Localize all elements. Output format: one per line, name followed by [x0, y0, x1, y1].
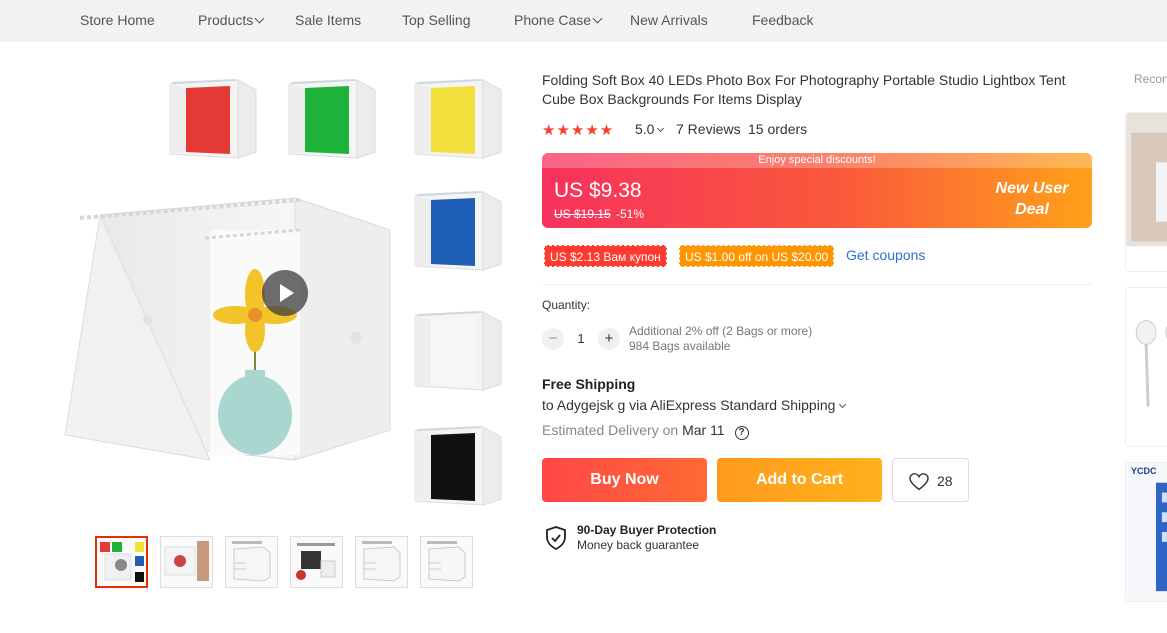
variant-thumbnail[interactable] [413, 78, 503, 168]
shipping-title: Free Shipping [542, 376, 636, 392]
promo-line-1: New User [995, 180, 1069, 197]
variant-thumbnail[interactable] [287, 78, 377, 168]
nav-products[interactable]: Products [198, 12, 265, 28]
coupon-threshold[interactable]: US $1.00 off on US $20.00 [679, 245, 835, 267]
nav-feedback[interactable]: Feedback [752, 12, 813, 28]
lightbox-icon [288, 79, 376, 159]
estimated-delivery: Estimated Delivery on Mar 11 ? [542, 422, 749, 440]
estimated-delivery-date: Mar 11 [682, 422, 725, 438]
shipping-method-selector[interactable]: to Adygejsk g via AliExpress Standard Sh… [542, 397, 847, 413]
thumbnail-image [232, 541, 271, 582]
nav-label: Feedback [752, 12, 814, 28]
thumbnail-image [427, 541, 466, 582]
nav-label: Store Home [80, 12, 155, 28]
variant-thumbnail[interactable] [413, 425, 503, 515]
discount-banner-text: Enjoy special discounts! [542, 153, 1092, 168]
lightbox-icon [414, 79, 502, 159]
quantity-decrease-button[interactable]: − [542, 328, 564, 350]
rating-label: 5.0 [635, 121, 655, 137]
image-thumbnail[interactable] [225, 536, 278, 588]
image-thumbnail[interactable] [355, 536, 408, 588]
lightbox-icon [414, 426, 502, 506]
shield-check-icon [546, 526, 566, 550]
product-main-image[interactable] [60, 190, 400, 480]
recommended-item-image [1126, 288, 1167, 422]
buy-now-button[interactable]: Buy Now [542, 458, 707, 502]
help-icon[interactable]: ? [734, 426, 749, 440]
recommended-item[interactable]: YCDC [1125, 462, 1167, 602]
buyer-protection-subtitle: Money back guarantee [577, 538, 700, 552]
nav-store-home[interactable]: Store Home [80, 12, 155, 28]
nav-label: New Arrivals [630, 12, 708, 28]
get-coupons-link[interactable]: Get coupons [846, 247, 925, 263]
store-nav-bar: Store Home Products Sale Items Top Selli… [0, 0, 1167, 42]
quantity-note: Additional 2% off (2 Bags or more) 984 B… [629, 324, 812, 354]
variant-thumbnail[interactable] [168, 78, 258, 168]
nav-label: Products [198, 12, 254, 28]
nav-label: Top Selling [402, 12, 471, 28]
recommended-item-image [1126, 113, 1167, 247]
lightbox-icon [169, 79, 257, 159]
nav-label: Phone Case [514, 12, 592, 28]
stock-available-text: 984 Bags available [629, 339, 731, 353]
thumbnail-image [362, 541, 401, 582]
product-title: Folding Soft Box 40 LEDs Photo Box For P… [542, 72, 1066, 107]
bulk-discount-text: Additional 2% off (2 Bags or more) [629, 324, 813, 338]
recommended-brand: YCDC [1131, 466, 1157, 476]
recommended-item[interactable] [1125, 287, 1167, 447]
quantity-label: Quantity: [542, 298, 591, 312]
lightbox-icon [414, 311, 502, 391]
add-to-cart-button[interactable]: Add to Cart [717, 458, 882, 502]
heart-icon [909, 473, 929, 491]
quantity-increase-button[interactable]: + [598, 328, 620, 350]
nav-sale-items[interactable]: Sale Items [295, 12, 361, 28]
shipping-method-label: to Adygejsk g via AliExpress Standard Sh… [542, 397, 836, 413]
image-thumbnail[interactable] [290, 536, 343, 588]
rating-stars-icon: ★★★★★ [542, 122, 615, 139]
reviews-link[interactable]: 7 Reviews [676, 121, 741, 137]
price-banner: Enjoy special discounts! US $9.38 US $19… [542, 153, 1092, 228]
chevron-down-icon [657, 124, 665, 133]
variant-thumbnail[interactable] [413, 310, 503, 400]
nav-top-selling[interactable]: Top Selling [402, 12, 471, 28]
chevron-down-icon [839, 400, 847, 409]
thumbnail-image [164, 541, 209, 581]
lightbox-icon [414, 191, 502, 271]
nav-phone-case[interactable]: Phone Case [514, 12, 603, 28]
new-user-deal-badge: New User Deal [982, 178, 1082, 220]
original-price: US $19.15 [554, 207, 611, 221]
thumbnail-image [100, 542, 144, 582]
promo-line-2: Deal [1015, 201, 1049, 218]
image-thumbnail[interactable] [160, 536, 213, 588]
image-thumbnail[interactable] [420, 536, 473, 588]
rating-value[interactable]: 5.0 [635, 121, 665, 137]
buyer-protection-title: 90-Day Buyer Protection [577, 523, 717, 537]
recommended-label: Recon [1134, 72, 1167, 86]
image-thumbnail[interactable] [95, 536, 148, 588]
nav-new-arrivals[interactable]: New Arrivals [630, 12, 708, 28]
current-price: US $9.38 [554, 179, 642, 202]
orders-count: 15 orders [748, 121, 808, 137]
discount-percent: -51% [616, 207, 645, 221]
recommended-item-image [1126, 463, 1167, 601]
wishlist-count: 28 [937, 473, 953, 489]
divider [542, 284, 1092, 285]
chevron-down-icon [592, 13, 603, 24]
thumbnail-image [296, 543, 336, 580]
quantity-value[interactable]: 1 [570, 331, 592, 346]
wishlist-button[interactable]: 28 [892, 458, 969, 502]
chevron-down-icon [254, 13, 265, 24]
coupon-store[interactable]: US $2.13 Вам купон [544, 245, 667, 267]
play-video-icon[interactable] [262, 270, 308, 316]
variant-thumbnail[interactable] [413, 190, 503, 280]
recommended-item[interactable] [1125, 112, 1167, 272]
nav-label: Sale Items [295, 12, 362, 28]
estimated-delivery-label: Estimated Delivery on [542, 422, 679, 438]
